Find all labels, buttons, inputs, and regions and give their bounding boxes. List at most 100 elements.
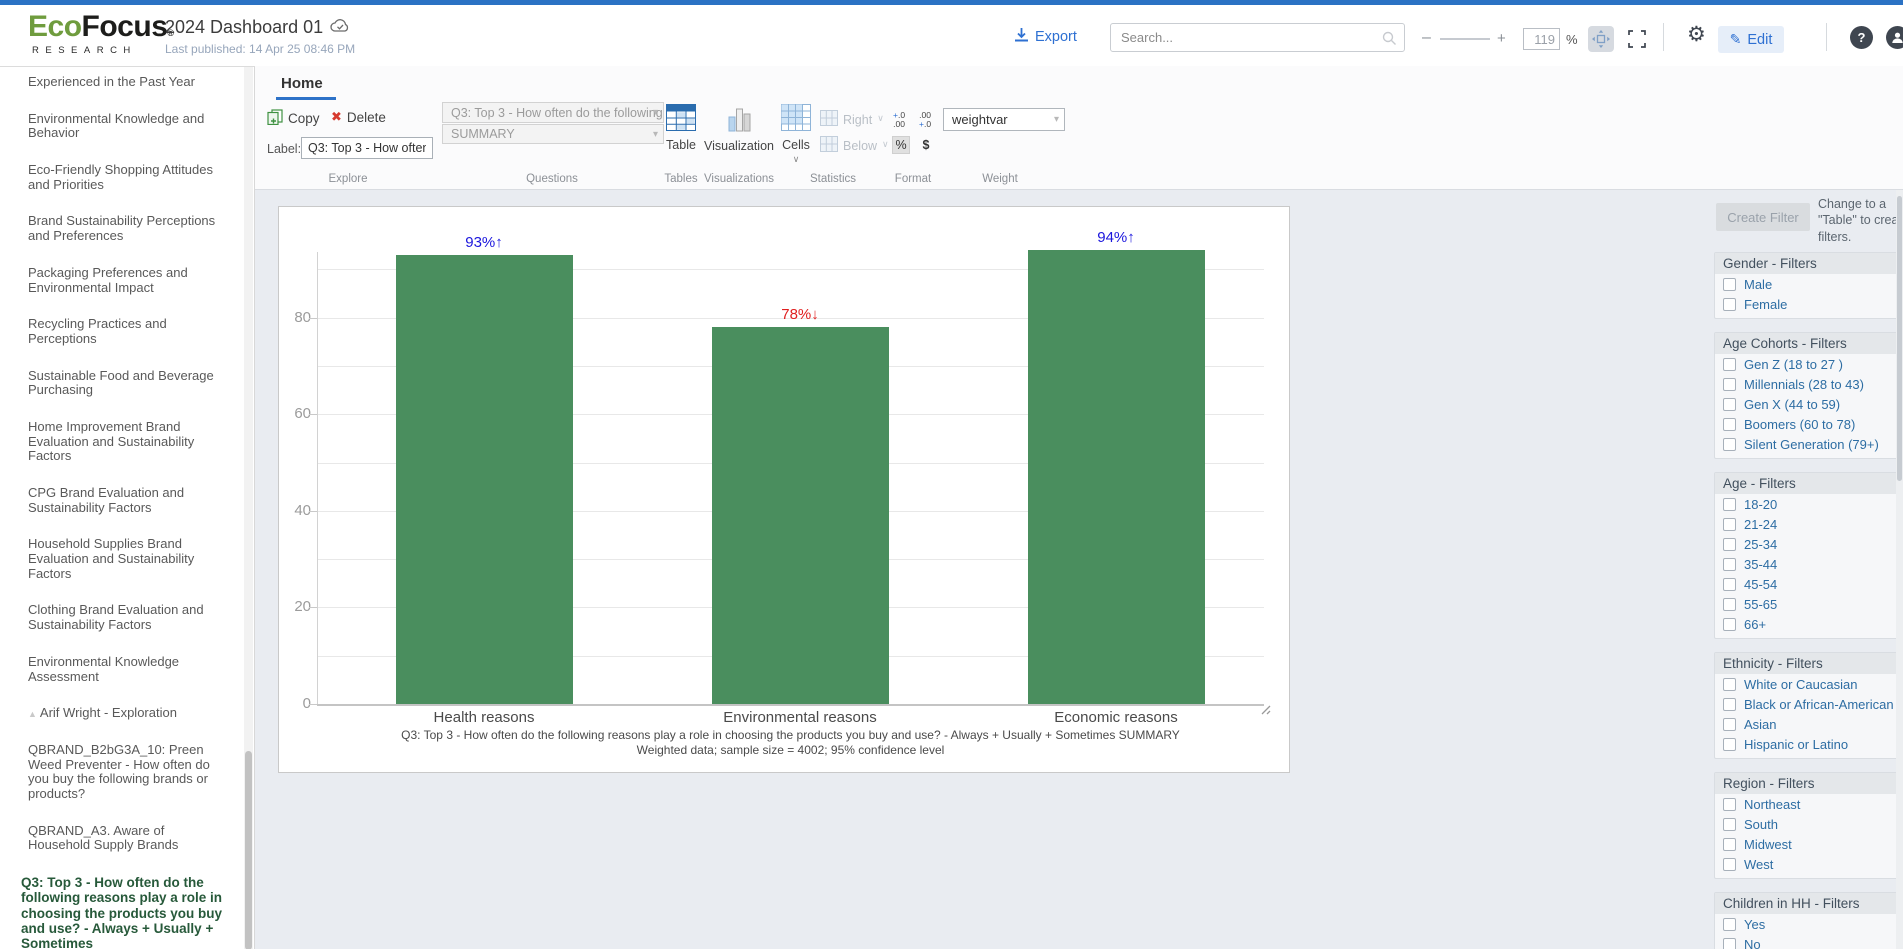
filter-option[interactable]: West xyxy=(1715,854,1897,874)
filter-option[interactable]: Gen Z (18 to 27 ) xyxy=(1715,354,1897,374)
filter-option[interactable]: Northeast xyxy=(1715,794,1897,814)
currency-format-button[interactable]: $ xyxy=(917,136,935,154)
checkbox[interactable] xyxy=(1723,618,1736,631)
checkbox[interactable] xyxy=(1723,918,1736,931)
sidebar-item[interactable]: ▲QBRAND_A3. Aware of Household Supply Br… xyxy=(28,824,226,853)
visualization-button[interactable]: Visualization xyxy=(703,106,775,153)
filter-option[interactable]: 18-20 xyxy=(1715,494,1897,514)
filter-option[interactable]: Millennials (28 to 43) xyxy=(1715,374,1897,394)
checkbox[interactable] xyxy=(1723,678,1736,691)
filter-option[interactable]: Yes xyxy=(1715,914,1897,934)
search-input[interactable] xyxy=(1111,24,1404,51)
filter-option[interactable]: South xyxy=(1715,814,1897,834)
checkbox[interactable] xyxy=(1723,298,1736,311)
sidebar-item[interactable]: ▲Q3: Top 3 - How often do the following … xyxy=(21,875,226,949)
filter-option[interactable]: 25-34 xyxy=(1715,534,1897,554)
checkbox[interactable] xyxy=(1723,718,1736,731)
checkbox[interactable] xyxy=(1723,358,1736,371)
checkbox[interactable] xyxy=(1723,798,1736,811)
sidebar-item[interactable]: ▲Environmental Knowledge Assessment xyxy=(28,655,226,684)
zoom-out-button[interactable]: – xyxy=(1422,29,1431,47)
filter-option[interactable]: Female xyxy=(1715,294,1897,314)
header: EcoFocus® RESEARCH 2024 Dashboard 01 Las… xyxy=(0,5,1903,66)
sidebar-item[interactable]: ▲Packaging Preferences and Environmental… xyxy=(28,266,226,295)
chart-bar[interactable] xyxy=(1028,250,1205,704)
copy-button[interactable]: Copy xyxy=(267,109,320,128)
export-button[interactable]: Export xyxy=(1015,28,1077,46)
tab-home[interactable]: Home xyxy=(281,75,323,92)
filter-option[interactable]: Gen X (44 to 59) xyxy=(1715,394,1897,414)
filter-option[interactable]: Midwest xyxy=(1715,834,1897,854)
sidebar-scrollbar-thumb[interactable] xyxy=(245,751,252,949)
edit-button[interactable]: ✎Edit xyxy=(1718,26,1784,53)
checkbox[interactable] xyxy=(1723,938,1736,949)
filter-option[interactable]: Boomers (60 to 78) xyxy=(1715,414,1897,434)
checkbox[interactable] xyxy=(1723,698,1736,711)
checkbox[interactable] xyxy=(1723,438,1736,451)
zoom-in-button[interactable]: + xyxy=(1497,30,1506,47)
label-input[interactable] xyxy=(302,138,432,158)
filter-option[interactable]: 35-44 xyxy=(1715,554,1897,574)
sidebar-item[interactable]: ▲Experienced in the Past Year xyxy=(28,75,226,90)
filter-option[interactable]: No xyxy=(1715,934,1897,949)
filter-option[interactable]: Black or African-American xyxy=(1715,694,1897,714)
delete-button[interactable]: ✖ Delete xyxy=(331,109,386,125)
sidebar-item[interactable]: ▲Household Supplies Brand Evaluation and… xyxy=(28,537,226,581)
checkbox[interactable] xyxy=(1723,398,1736,411)
sidebar-item[interactable]: ▲Eco-Friendly Shopping Attitudes and Pri… xyxy=(28,163,226,192)
filter-option[interactable]: Hispanic or Latino xyxy=(1715,734,1897,754)
create-filter-button[interactable]: Create Filter xyxy=(1716,203,1810,231)
checkbox[interactable] xyxy=(1723,738,1736,751)
filter-option[interactable]: 55-65 xyxy=(1715,594,1897,614)
zoom-level-input[interactable] xyxy=(1524,29,1559,49)
filter-option[interactable]: Male xyxy=(1715,274,1897,294)
filters-scrollbar-thumb[interactable] xyxy=(1897,196,1902,481)
sidebar-item[interactable]: ▲Clothing Brand Evaluation and Sustainab… xyxy=(28,603,226,632)
checkbox[interactable] xyxy=(1723,418,1736,431)
checkbox[interactable] xyxy=(1723,578,1736,591)
checkbox[interactable] xyxy=(1723,818,1736,831)
sidebar-item[interactable]: ▲Home Improvement Brand Evaluation and S… xyxy=(28,420,226,464)
zoom-slider[interactable] xyxy=(1440,38,1490,40)
weight-dropdown[interactable]: weightvar▾ xyxy=(943,108,1065,131)
checkbox[interactable] xyxy=(1723,518,1736,531)
checkbox[interactable] xyxy=(1723,498,1736,511)
question-dropdown[interactable]: Q3: Top 3 - How often do the following..… xyxy=(442,102,664,123)
chart-bar[interactable] xyxy=(712,327,889,704)
sidebar-item[interactable]: ▲Brand Sustainability Perceptions and Pr… xyxy=(28,214,226,243)
increase-decimals-button[interactable]: ++.0.0.00 xyxy=(893,111,905,128)
fit-to-screen-button[interactable] xyxy=(1588,26,1614,52)
checkbox[interactable] xyxy=(1723,378,1736,391)
filter-option[interactable]: Asian xyxy=(1715,714,1897,734)
checkbox[interactable] xyxy=(1723,558,1736,571)
checkbox[interactable] xyxy=(1723,598,1736,611)
checkbox[interactable] xyxy=(1723,858,1736,871)
checkbox[interactable] xyxy=(1723,838,1736,851)
decrease-decimals-button[interactable]: .00+.0 xyxy=(919,111,931,128)
checkbox[interactable] xyxy=(1723,278,1736,291)
account-button[interactable] xyxy=(1886,26,1903,49)
filter-option[interactable]: 45-54 xyxy=(1715,574,1897,594)
sidebar-scrollbar[interactable] xyxy=(244,67,253,949)
help-button[interactable]: ? xyxy=(1850,26,1873,49)
resize-handle-icon[interactable] xyxy=(1258,702,1271,720)
sidebar-item[interactable]: ▲Environmental Knowledge and Behavior xyxy=(28,112,226,141)
percent-format-button[interactable]: % xyxy=(892,136,910,154)
filter-option[interactable]: White or Caucasian xyxy=(1715,674,1897,694)
filter-option[interactable]: 66+ xyxy=(1715,614,1897,634)
sidebar-item[interactable]: ▲QBRAND_B2bG3A_10: Preen Weed Preventer … xyxy=(28,743,226,802)
chart-bar[interactable] xyxy=(396,255,573,704)
filter-option[interactable]: Silent Generation (79+) xyxy=(1715,434,1897,454)
sidebar-item[interactable]: ▲CPG Brand Evaluation and Sustainability… xyxy=(28,486,226,515)
sidebar-item[interactable]: ▲Recycling Practices and Perceptions xyxy=(28,317,226,346)
table-button[interactable]: Table xyxy=(653,104,709,152)
summary-dropdown[interactable]: SUMMARY▾ xyxy=(442,124,664,144)
sidebar-item[interactable]: ▲Sustainable Food and Beverage Purchasin… xyxy=(28,369,226,398)
checkbox[interactable] xyxy=(1723,538,1736,551)
sidebar-item[interactable]: ▲Arif Wright - Exploration xyxy=(28,706,226,721)
filter-option[interactable]: 21-24 xyxy=(1715,514,1897,534)
filters-scrollbar[interactable] xyxy=(1896,190,1903,949)
settings-gear-icon[interactable]: ⚙ xyxy=(1687,22,1706,47)
cells-button[interactable]: Cells ∨ xyxy=(768,104,824,165)
fullscreen-icon[interactable] xyxy=(1628,30,1646,48)
